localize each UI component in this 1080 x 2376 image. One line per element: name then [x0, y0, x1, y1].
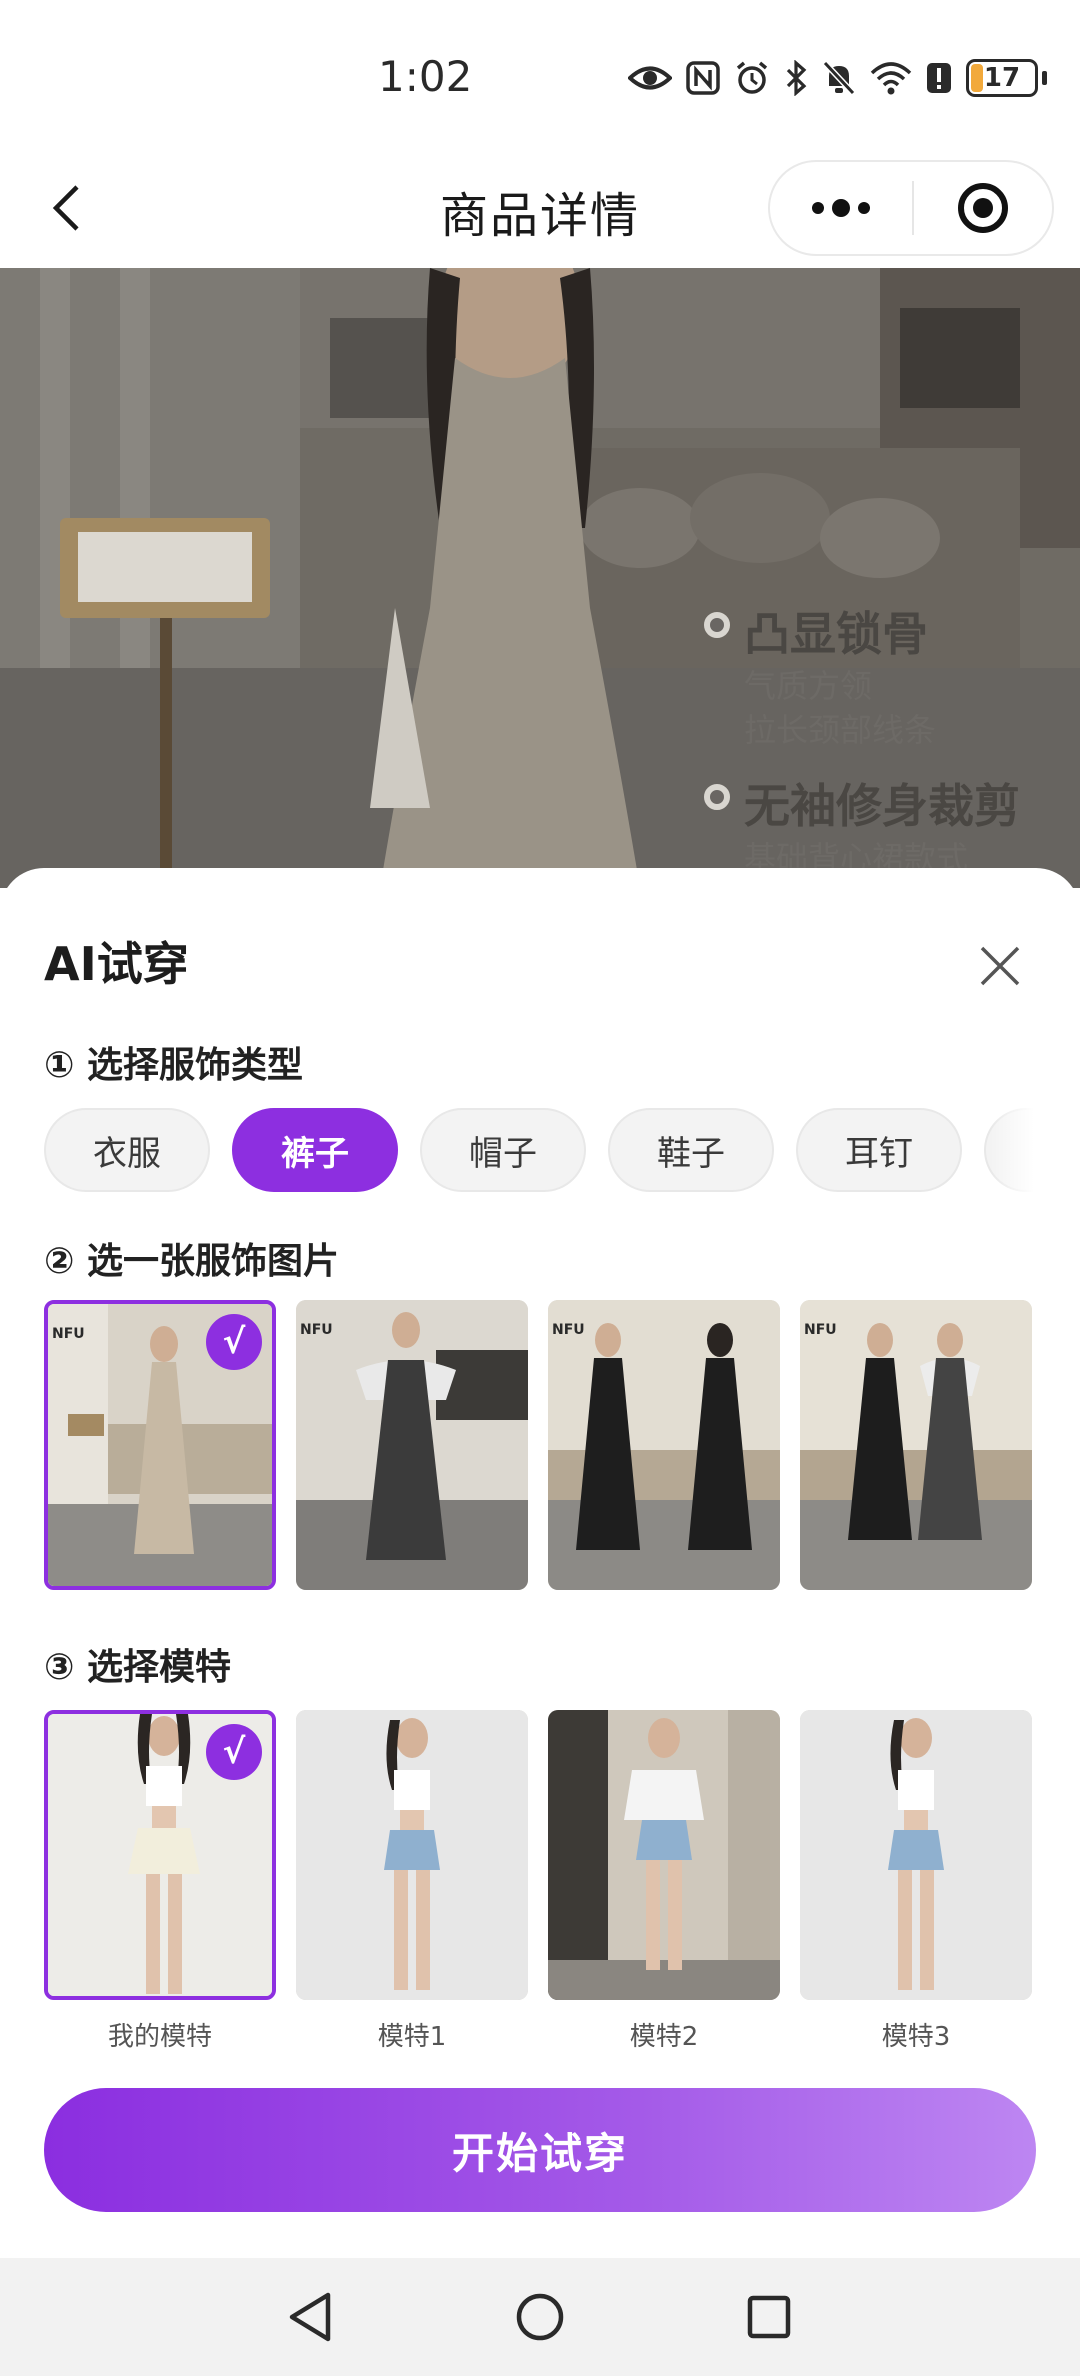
- chip-clothes[interactable]: 衣服: [44, 1108, 210, 1192]
- home-circle-icon: [516, 2293, 564, 2341]
- mute-icon: [822, 60, 856, 96]
- hero-selling-points: 凸显锁骨 气质方领 拉长颈部线条 无袖修身裁剪 基础背心裙款式: [0, 268, 1080, 888]
- garment-photo: [296, 1300, 528, 1590]
- step3-title: ③ 选择模特: [44, 1647, 232, 1688]
- recents-square-icon: [747, 2295, 791, 2339]
- selected-check-badge: √: [206, 1724, 262, 1780]
- target-circle-icon: [958, 183, 1008, 233]
- more-dots-icon-right: [858, 202, 870, 214]
- model-label: 模特3: [881, 2022, 951, 2052]
- sheet-close-button[interactable]: [974, 940, 1026, 992]
- model-mine[interactable]: √: [44, 1710, 276, 2000]
- system-home-button[interactable]: [507, 2284, 573, 2350]
- brand-tag: NFU: [300, 1322, 333, 1338]
- selling-point-title: 凸显锁骨: [744, 607, 928, 661]
- chip-earrings[interactable]: 耳钉: [796, 1108, 962, 1192]
- nfc-icon: [686, 61, 720, 95]
- model-3[interactable]: [800, 1710, 1032, 2000]
- selling-point: 无袖修身裁剪 基础背心裙款式: [704, 770, 1020, 880]
- status-bar: 1:02 17: [0, 0, 1080, 150]
- eye-icon: [628, 66, 672, 90]
- sheet-title: AI试穿: [44, 937, 189, 991]
- category-chips: 衣服 裤子 帽子 鞋子 耳钉 项: [44, 1108, 1034, 1194]
- status-time: 1:02: [378, 52, 473, 101]
- more-button[interactable]: [770, 162, 912, 254]
- garment-image-beige-dress[interactable]: NFU √: [44, 1300, 276, 1590]
- selected-check-badge: √: [206, 1314, 262, 1370]
- alert-icon: [927, 63, 951, 93]
- garment-image-two-models[interactable]: NFU: [800, 1300, 1032, 1590]
- model-photo: [800, 1710, 1032, 2000]
- battery-fill: [971, 64, 983, 92]
- garment-photo: [800, 1300, 1032, 1590]
- chip-shoes[interactable]: 鞋子: [608, 1108, 774, 1192]
- status-icons: 17: [628, 56, 1047, 100]
- model-photo: [548, 1710, 780, 2000]
- step2-title: ② 选一张服饰图片: [44, 1241, 340, 1282]
- selling-point-title: 无袖修身裁剪: [744, 779, 1020, 833]
- more-dots-icon: [812, 202, 824, 214]
- bluetooth-icon: [786, 60, 807, 96]
- model-label: 模特1: [377, 2022, 447, 2052]
- step1-title: ① 选择服饰类型: [44, 1045, 304, 1086]
- battery-tip: [1042, 71, 1047, 85]
- mini-program-capsule: [768, 160, 1054, 256]
- garment-image-list: NFU √ NFU NFU NFU: [44, 1300, 1034, 1590]
- garment-photo: [548, 1300, 780, 1590]
- close-icon: [980, 946, 1020, 986]
- selling-point: 凸显锁骨 气质方领 拉长颈部线条: [704, 598, 936, 752]
- model-photo: [296, 1710, 528, 2000]
- wifi-icon: [870, 62, 912, 95]
- garment-image-black-dress[interactable]: NFU: [548, 1300, 780, 1590]
- alarm-icon: [736, 61, 768, 94]
- system-recents-button[interactable]: [736, 2284, 802, 2350]
- brand-tag: NFU: [804, 1322, 837, 1338]
- model-1[interactable]: [296, 1710, 528, 2000]
- nav-bar: 商品详情: [0, 150, 1080, 268]
- chip-hat[interactable]: 帽子: [420, 1108, 586, 1192]
- ai-try-on-sheet: AI试穿 ① 选择服饰类型 衣服 裤子 帽子 鞋子 耳钉 项 ② 选一张服饰图片…: [0, 868, 1080, 2258]
- system-navigation-bar: [0, 2258, 1080, 2376]
- bullet-dot: [704, 784, 730, 810]
- garment-image-gray-dress[interactable]: NFU: [296, 1300, 528, 1590]
- back-triangle-icon: [289, 2292, 331, 2342]
- battery-level: 17: [983, 63, 1021, 93]
- model-2[interactable]: [548, 1710, 780, 2000]
- chips-fade: [990, 1108, 1034, 1194]
- exit-mini-program-button[interactable]: [914, 162, 1052, 254]
- bullet-dot: [704, 612, 730, 638]
- selling-point-line: 拉长颈部线条: [744, 711, 937, 749]
- more-dots-icon-center: [832, 199, 850, 217]
- model-list: √: [44, 1710, 1034, 2000]
- brand-tag: NFU: [552, 1322, 585, 1338]
- battery-icon: 17: [966, 59, 1038, 97]
- model-label: 模特2: [629, 2022, 699, 2052]
- model-label: 我的模特: [107, 2022, 212, 2052]
- product-hero-image: 凸显锁骨 气质方领 拉长颈部线条 无袖修身裁剪 基础背心裙款式: [0, 268, 1080, 888]
- selling-point-line: 气质方领: [744, 667, 873, 705]
- chip-pants[interactable]: 裤子: [232, 1108, 398, 1192]
- brand-tag: NFU: [52, 1326, 85, 1342]
- start-try-on-button[interactable]: 开始试穿: [44, 2088, 1036, 2212]
- system-back-button[interactable]: [278, 2284, 344, 2350]
